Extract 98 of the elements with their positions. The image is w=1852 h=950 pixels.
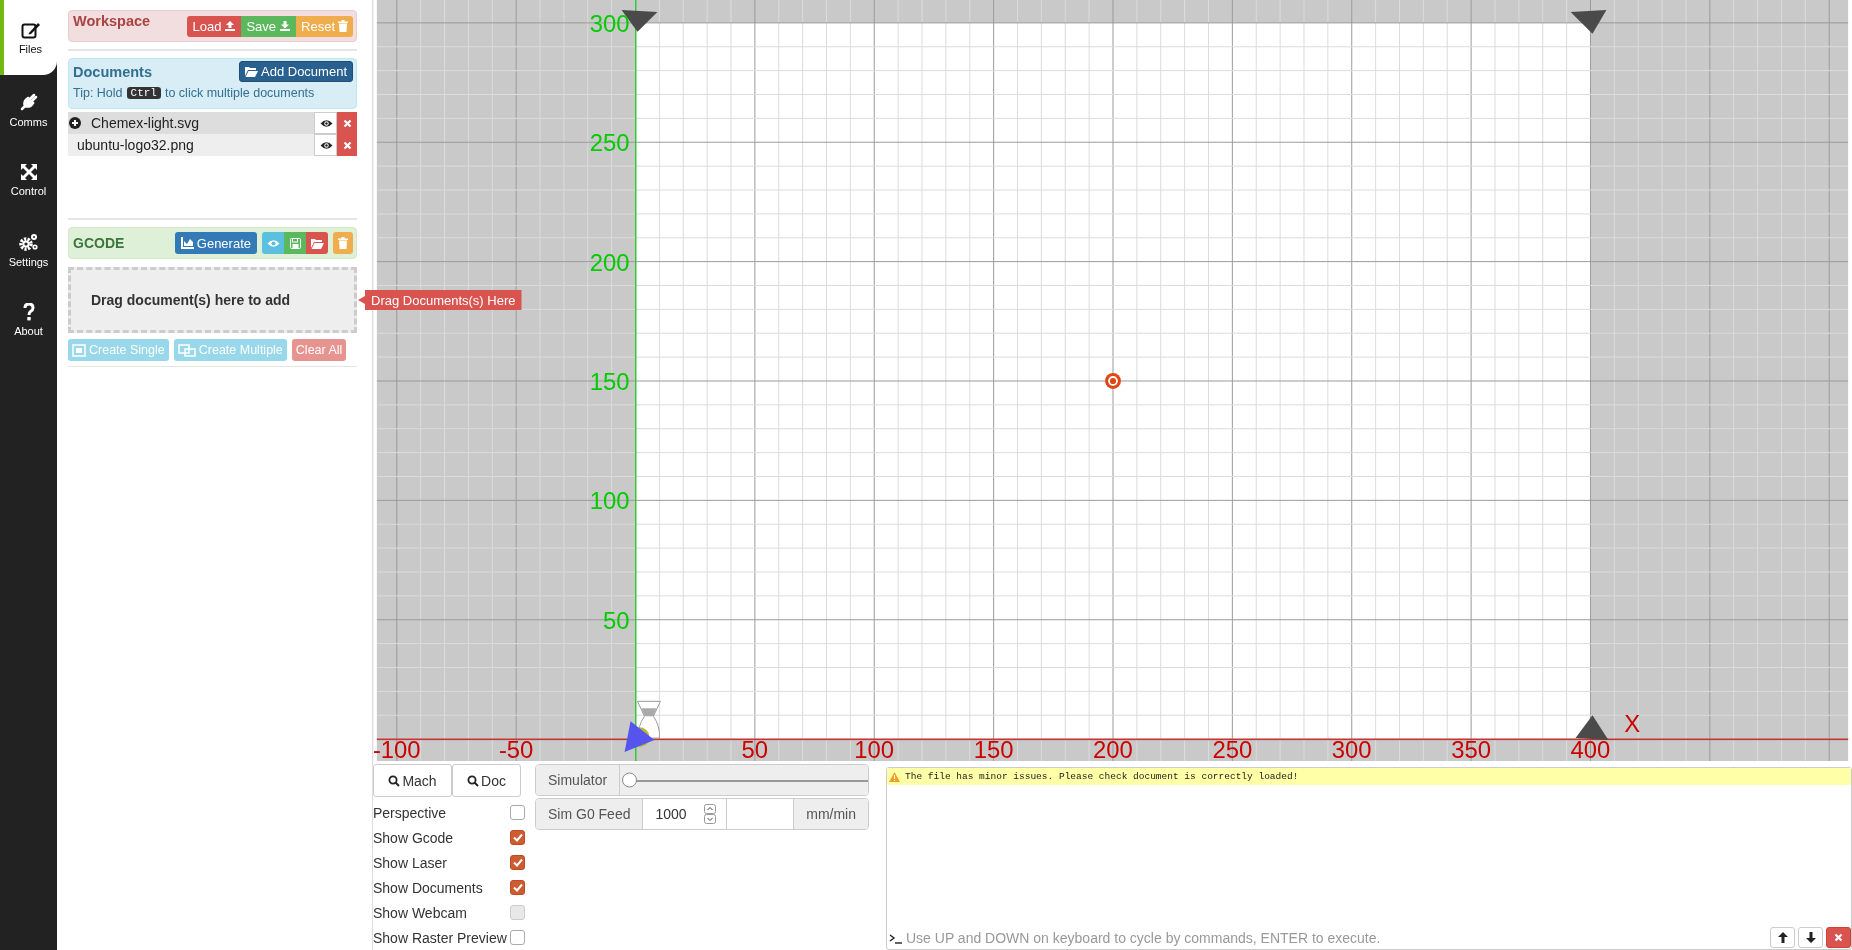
axis-title: X bbox=[1624, 710, 1641, 738]
laser-pointer-icon bbox=[624, 721, 655, 753]
axis-tick-label: 250 bbox=[1212, 736, 1253, 761]
view-button[interactable] bbox=[262, 232, 284, 254]
edit-icon bbox=[20, 20, 41, 39]
plug-icon bbox=[18, 92, 39, 112]
arrows-icon bbox=[19, 163, 38, 181]
document-row[interactable]: ubuntu-logo32.png bbox=[68, 134, 357, 156]
option-label: Show Webcam bbox=[373, 904, 467, 921]
eye-icon bbox=[266, 238, 280, 248]
axis-tick-label: 400 bbox=[1570, 736, 1611, 761]
gears-icon bbox=[17, 232, 40, 252]
axis-tick-label: 50 bbox=[603, 606, 630, 634]
zoom-button[interactable]: Doc bbox=[452, 764, 521, 797]
tip-text: to click multiple documents bbox=[164, 86, 315, 100]
unit-label: mm/min bbox=[793, 799, 868, 829]
chart-icon bbox=[180, 237, 194, 249]
checkbox[interactable] bbox=[510, 855, 525, 870]
axis-tick-label: 150 bbox=[973, 736, 1014, 761]
checkbox[interactable] bbox=[510, 930, 525, 945]
nav-tab[interactable]: About bbox=[0, 285, 57, 355]
axis-tick-label: 100 bbox=[589, 487, 630, 515]
warning-icon bbox=[889, 771, 900, 782]
close-icon bbox=[343, 118, 352, 128]
download-icon bbox=[279, 20, 292, 32]
axis-tick-label: 350 bbox=[1451, 736, 1491, 761]
folder-icon bbox=[310, 237, 324, 249]
nav-tab[interactable]: Comms bbox=[0, 75, 57, 145]
frame-icon bbox=[72, 343, 86, 357]
document-row[interactable]: Chemex-light.svg bbox=[68, 112, 357, 134]
option-label: Show Laser bbox=[373, 854, 447, 871]
axis-tick-label: -100 bbox=[373, 736, 421, 761]
visibility-button[interactable] bbox=[314, 112, 337, 134]
drop-zone[interactable]: Drag document(s) here to add bbox=[68, 267, 357, 333]
generate-button[interactable]: Generate bbox=[174, 232, 257, 254]
close-icon bbox=[343, 140, 352, 150]
eye-icon bbox=[319, 140, 333, 150]
checkbox[interactable] bbox=[510, 805, 525, 820]
message-text: The file has minor issues. Please check document is correctly loaded! bbox=[905, 771, 1299, 782]
axis-tick-label: 300 bbox=[1331, 736, 1372, 761]
drag-hint-tooltip: Drag Documents(s) Here bbox=[358, 290, 522, 310]
arrow-down-icon bbox=[1805, 932, 1816, 943]
arrow-up-icon bbox=[1777, 932, 1788, 943]
axis-tick-label: 200 bbox=[589, 248, 630, 276]
spinner-icon[interactable] bbox=[704, 804, 717, 824]
panel-title: GCODE bbox=[73, 235, 125, 251]
document-name: Chemex-light.svg bbox=[91, 115, 201, 131]
load-button[interactable]: Load bbox=[187, 15, 242, 37]
tip-text: Tip: Hold bbox=[73, 86, 123, 100]
simulator-slider[interactable] bbox=[620, 765, 868, 795]
frames-icon bbox=[177, 343, 196, 357]
trash-icon bbox=[338, 20, 348, 32]
feed-label: Sim G0 Feed bbox=[536, 799, 644, 829]
open-button[interactable] bbox=[306, 232, 328, 254]
axis-tick-label: 100 bbox=[854, 736, 895, 761]
axis-tick-label: 150 bbox=[589, 367, 630, 395]
history-down-button[interactable] bbox=[1798, 927, 1823, 948]
visibility-button[interactable] bbox=[314, 134, 337, 156]
nav-tab[interactable]: Control bbox=[0, 145, 57, 215]
option-label: Perspective bbox=[373, 804, 447, 821]
folder-icon bbox=[245, 66, 258, 77]
axis-tick-label: 300 bbox=[589, 9, 630, 37]
save-button[interactable] bbox=[284, 232, 306, 254]
checkbox[interactable] bbox=[510, 830, 525, 845]
simulator-label: Simulator bbox=[536, 765, 621, 795]
save-icon bbox=[289, 237, 301, 249]
nav-tab[interactable]: Files bbox=[0, 0, 57, 75]
panel-title: Documents bbox=[73, 63, 152, 80]
panel-title: Workspace bbox=[73, 13, 151, 29]
nav-tab[interactable]: Settings bbox=[0, 215, 57, 285]
search-icon bbox=[467, 774, 480, 787]
corner-marker bbox=[1570, 9, 1607, 34]
search-icon bbox=[388, 774, 401, 787]
history-up-button[interactable] bbox=[1770, 927, 1795, 948]
option-label: Show Raster Preview bbox=[373, 929, 507, 946]
axis-tick-label: 50 bbox=[741, 736, 769, 761]
trash-icon bbox=[338, 237, 348, 249]
remove-button[interactable] bbox=[337, 112, 357, 134]
eye-icon bbox=[319, 118, 333, 128]
checkbox[interactable] bbox=[510, 880, 525, 895]
zoom-button[interactable]: Mach bbox=[373, 764, 452, 797]
question-icon bbox=[22, 303, 35, 321]
option-label: Show Documents bbox=[373, 879, 483, 896]
add-document-button[interactable]: Add Document bbox=[239, 61, 353, 82]
ring-logo-icon bbox=[1105, 373, 1121, 389]
close-icon bbox=[1834, 933, 1843, 942]
corner-marker bbox=[1575, 715, 1609, 741]
remove-button[interactable] bbox=[337, 134, 357, 156]
axis-tick-label: 200 bbox=[1093, 736, 1133, 761]
key-badge: Ctrl bbox=[126, 87, 161, 99]
upload-icon bbox=[224, 20, 237, 32]
document-name: ubuntu-logo32.png bbox=[77, 137, 195, 153]
command-input[interactable]: Use UP and DOWN on keyboard to cycle by commands, ENTER to execute. bbox=[906, 929, 1767, 946]
axis-tick-label: 250 bbox=[589, 129, 630, 157]
clear-button[interactable] bbox=[1826, 927, 1851, 948]
axis-tick-label: -50 bbox=[498, 736, 534, 761]
option-label: Show Gcode bbox=[373, 829, 454, 846]
plus-circle-icon[interactable] bbox=[69, 117, 81, 129]
